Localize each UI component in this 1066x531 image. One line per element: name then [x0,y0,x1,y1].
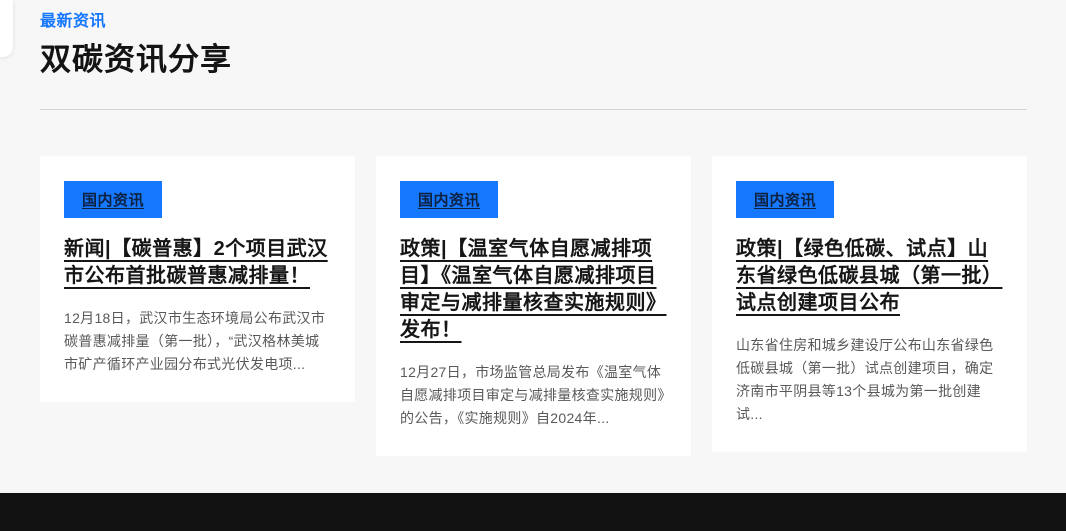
category-badge[interactable]: 国内资讯 [64,181,162,218]
news-card: 国内资讯 政策|【绿色低碳、试点】山东省绿色低碳县城（第一批）试点创建项目公布 … [712,156,1027,452]
news-card: 国内资讯 新闻|【碳普惠】2个项目武汉市公布首批碳普惠减排量！ 12月18日，武… [40,156,355,402]
page-title: 双碳资讯分享 [40,34,1027,79]
news-section: 最新资讯 双碳资讯分享 国内资讯 新闻|【碳普惠】2个项目武汉市公布首批碳普惠减… [40,0,1027,456]
footer-bar [0,493,1066,531]
news-card: 国内资讯 政策|【温室气体自愿减排项目】《温室气体自愿减排项目审定与减排量核查实… [376,156,691,456]
category-badge-link[interactable]: 国内资讯 [418,192,480,209]
floating-widget-fragment [0,0,13,57]
news-cards-row: 国内资讯 新闻|【碳普惠】2个项目武汉市公布首批碳普惠减排量！ 12月18日，武… [40,156,1027,456]
category-badge-link[interactable]: 国内资讯 [754,192,816,209]
category-badge[interactable]: 国内资讯 [400,181,498,218]
article-title-link[interactable]: 新闻|【碳普惠】2个项目武汉市公布首批碳普惠减排量！ [64,236,331,290]
article-excerpt: 12月27日，市场监管总局发布《温室气体自愿减排项目审定与减排量核查实施规则》的… [400,361,667,430]
article-title-link[interactable]: 政策|【绿色低碳、试点】山东省绿色低碳县城（第一批）试点创建项目公布 [736,236,1003,317]
header-divider [40,109,1027,110]
section-eyebrow: 最新资讯 [40,7,1027,31]
category-badge[interactable]: 国内资讯 [736,181,834,218]
category-badge-link[interactable]: 国内资讯 [82,192,144,209]
article-excerpt: 山东省住房和城乡建设厅公布山东省绿色低碳县城（第一批）试点创建项目，确定济南市平… [736,334,1003,426]
article-excerpt: 12月18日，武汉市生态环境局公布武汉市碳普惠减排量（第一批），“武汉格林美城市… [64,307,331,376]
article-title-link[interactable]: 政策|【温室气体自愿减排项目】《温室气体自愿减排项目审定与减排量核查实施规则》发… [400,236,667,344]
page: 最新资讯 双碳资讯分享 国内资讯 新闻|【碳普惠】2个项目武汉市公布首批碳普惠减… [0,0,1066,531]
